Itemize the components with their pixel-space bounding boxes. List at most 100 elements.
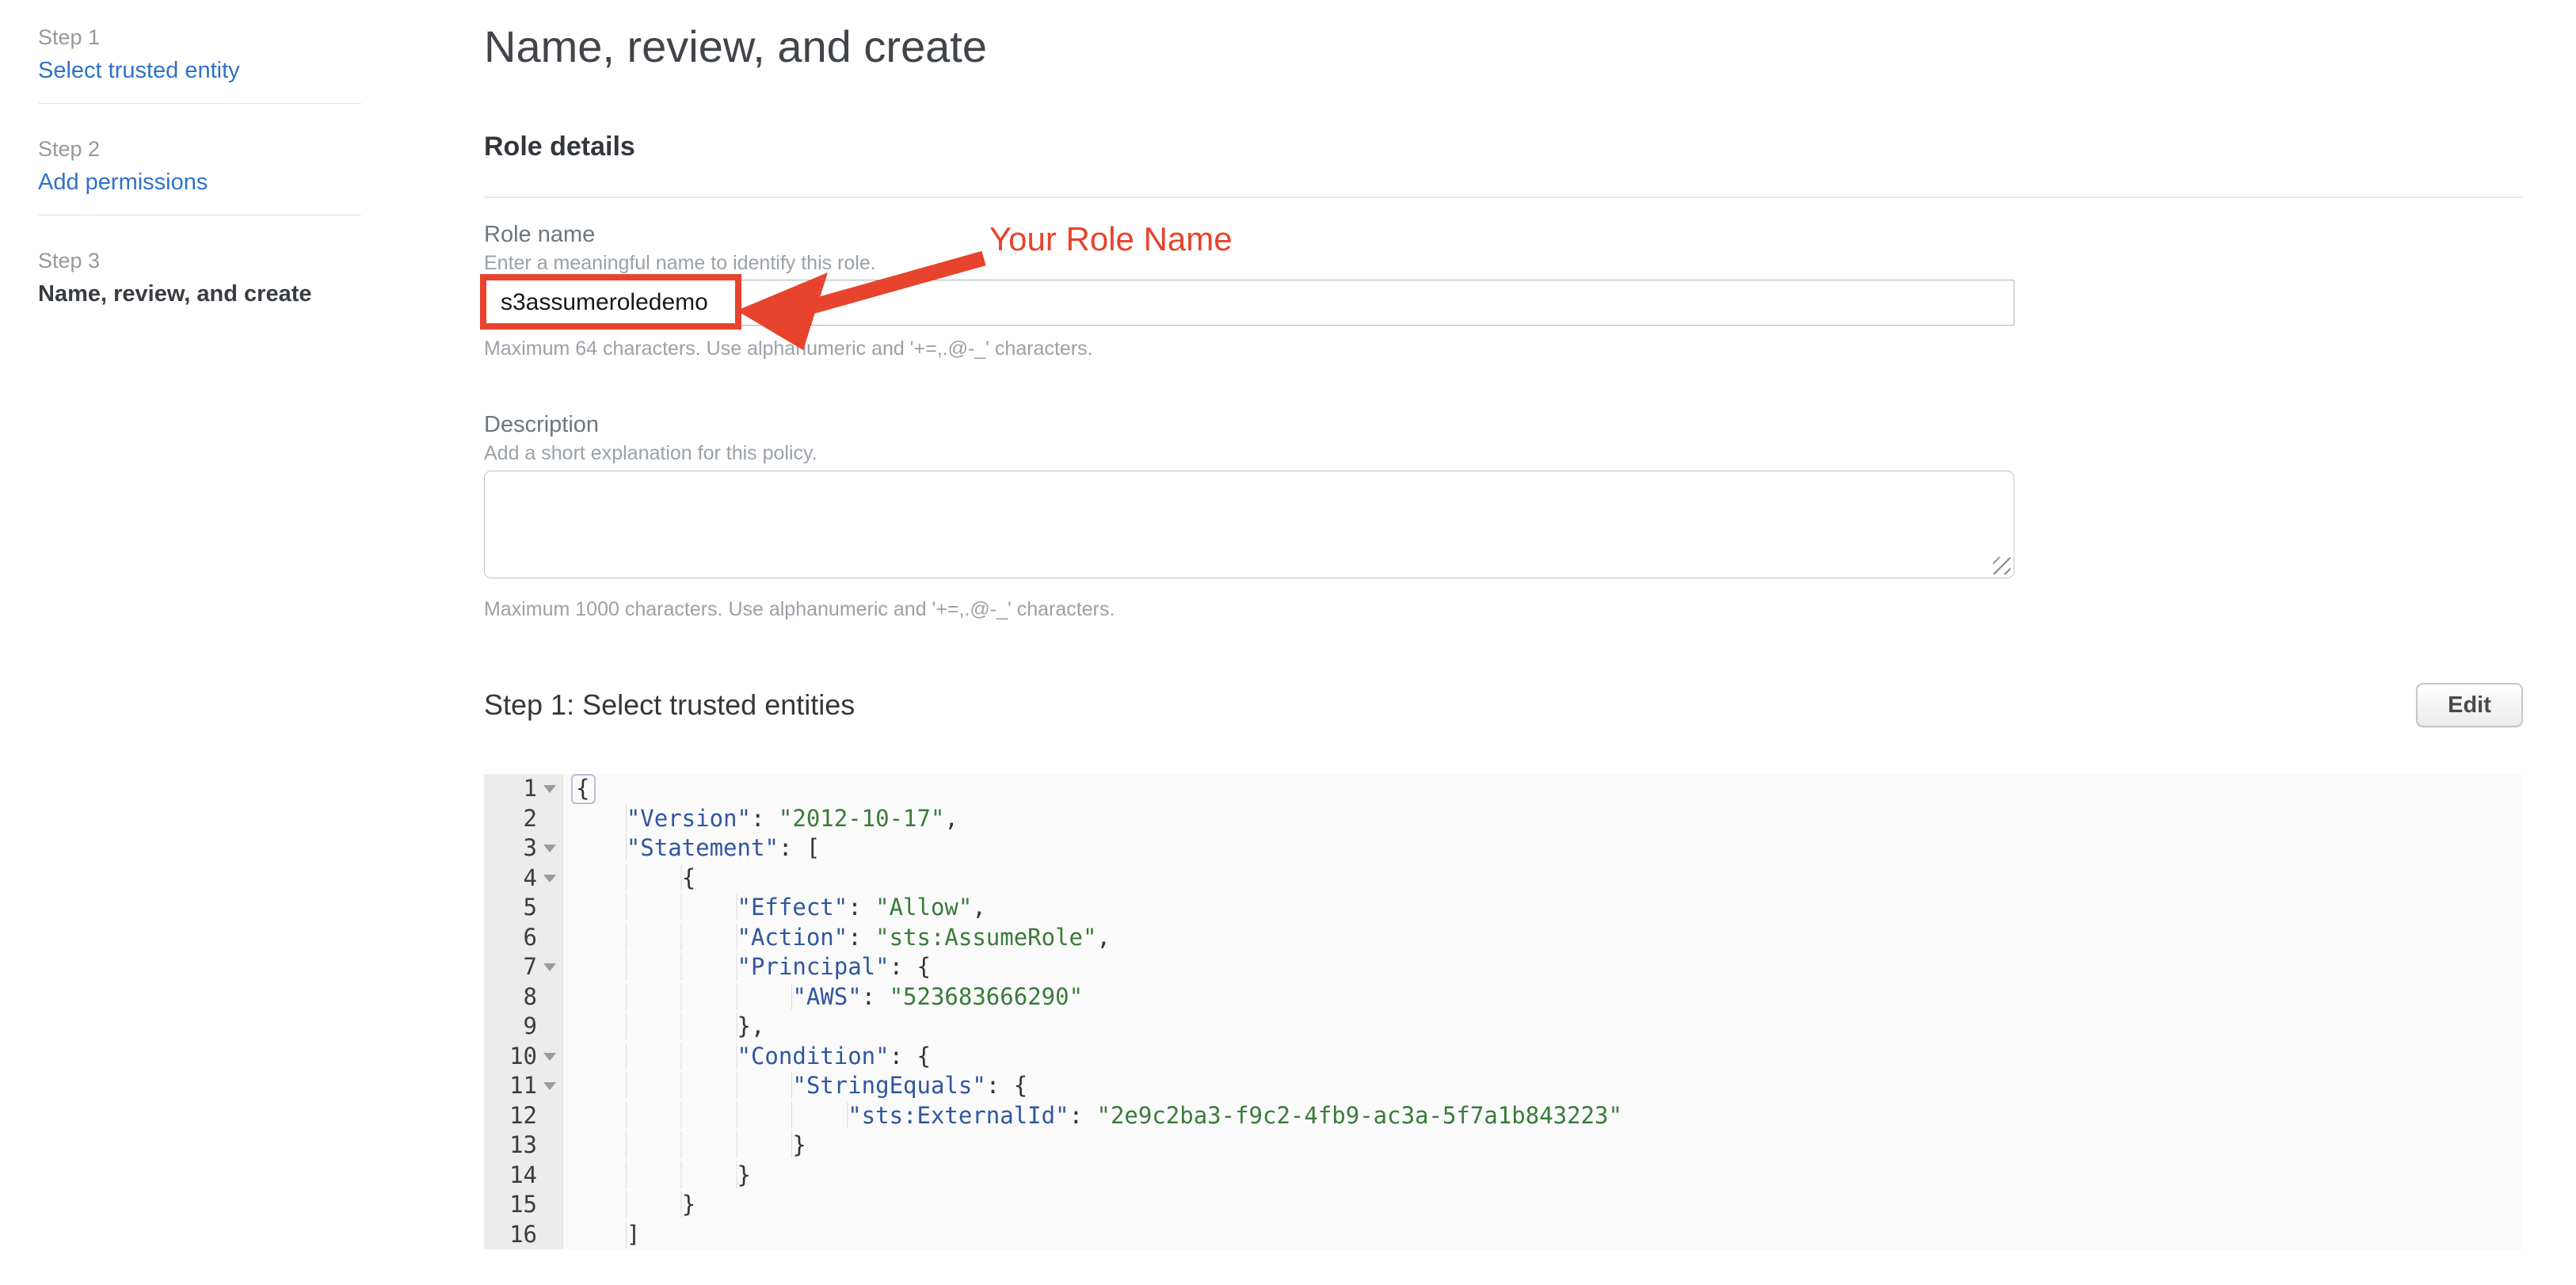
edit-button[interactable]: Edit [2416,683,2523,727]
code-token: "AWS" [792,983,861,1010]
code-line-text[interactable]: }, [563,1012,764,1042]
code-line-text[interactable]: "StringEquals": { [563,1071,1027,1101]
step-title-link[interactable]: Add permissions [38,167,361,197]
code-token: } [737,1161,751,1188]
code-token: "2e9c2ba3-f9c2-4fb9-ac3a-5f7a1b843223" [1096,1102,1621,1129]
code-token: : [ [779,834,820,861]
code-token: "523683666290" [890,983,1083,1010]
main-content: Name, review, and create Role details Ro… [484,0,2523,1249]
code-line: 3 "Statement": [ [484,833,2523,864]
page-title: Name, review, and create [484,21,2523,73]
fold-toggle-icon[interactable] [543,785,556,793]
code-line: 7 "Principal": { [484,952,2523,982]
line-number: 15 [484,1190,563,1220]
line-number: 10 [484,1042,563,1072]
code-token: }, [737,1012,765,1039]
role-name-input[interactable] [484,280,2014,326]
code-line: 8 "AWS": "523683666290" [484,982,2523,1012]
step-title-link[interactable]: Select trusted entity [38,55,361,86]
code-token [571,894,737,921]
code-line-text[interactable]: ] [563,1220,640,1250]
code-line-text[interactable]: "Statement": [ [563,833,820,864]
code-token: "Effect" [737,894,848,921]
code-line-text[interactable]: "Action": "sts:AssumeRole", [563,923,1111,953]
description-textarea[interactable] [484,471,2014,578]
code-line: 4 { [484,864,2523,894]
code-token: : [848,894,875,921]
role-details-heading: Role details [484,130,2523,163]
line-number: 4 [484,864,563,894]
code-token [571,1102,848,1129]
code-token [571,834,627,861]
line-number: 16 [484,1220,563,1250]
steps-sidebar: Step 1 Select trusted entity Step 2 Add … [38,24,361,309]
code-token: : [862,983,890,1010]
code-line: 15 } [484,1190,2523,1220]
fold-toggle-icon[interactable] [543,1082,556,1090]
iam-create-role-page: Step 1 Select trusted entity Step 2 Add … [0,0,2576,1285]
code-line: 2 "Version": "2012-10-17", [484,804,2523,834]
sidebar-step-1: Step 1 Select trusted entity [38,24,361,104]
code-line-text[interactable]: "Effect": "Allow", [563,893,986,923]
trusted-entities-heading: Step 1: Select trusted entities [484,688,855,723]
code-token [571,983,792,1010]
line-number: 14 [484,1161,563,1191]
code-token: "Allow" [875,894,972,921]
line-number: 11 [484,1071,563,1101]
fold-toggle-icon[interactable] [543,845,556,852]
code-token [571,1161,737,1188]
code-token [571,1072,792,1099]
code-line: 5 "Effect": "Allow", [484,893,2523,923]
code-token: : { [986,1072,1027,1099]
code-line: 9 }, [484,1012,2523,1042]
step-number-label: Step 2 [38,135,361,162]
code-line-text[interactable]: } [563,1131,806,1161]
fold-toggle-icon[interactable] [543,963,556,971]
code-line: 1 { [484,774,2523,804]
code-line-text[interactable]: { [563,774,596,804]
fold-toggle-icon[interactable] [543,1053,556,1061]
code-token [571,805,627,832]
code-token: } [682,1191,695,1218]
code-line-text[interactable]: { [563,864,695,894]
step-number-label: Step 1 [38,24,361,51]
code-token: , [972,894,985,921]
policy-json-editor[interactable]: 1 { 2 "Version": "2012-10-17", 3 "Statem… [484,774,2523,1249]
code-line: 13 } [484,1131,2523,1161]
code-line-text[interactable]: } [563,1161,751,1191]
step-title-link: Name, review, and create [38,279,361,309]
code-line-text[interactable]: "Principal": { [563,952,931,982]
line-number: 2 [484,804,563,834]
code-token: : { [890,953,931,980]
line-number: 8 [484,982,563,1012]
code-token: ] [627,1221,640,1248]
code-line-text[interactable]: } [563,1190,695,1220]
code-line-text[interactable]: "sts:ExternalId": "2e9c2ba3-f9c2-4fb9-ac… [563,1101,1622,1131]
code-token: "Action" [737,924,848,951]
code-line: 14 } [484,1161,2523,1191]
code-token: , [1096,924,1110,951]
code-line-text[interactable]: "Version": "2012-10-17", [563,804,958,834]
code-line-text[interactable]: "Condition": { [563,1042,931,1072]
code-token: : [751,805,779,832]
fold-toggle-icon[interactable] [543,875,556,883]
code-line: 12 "sts:ExternalId": "2e9c2ba3-f9c2-4fb9… [484,1101,2523,1131]
code-token: , [944,805,958,832]
code-token: "2012-10-17" [779,805,945,832]
line-number: 13 [484,1131,563,1161]
code-line: 16 ] [484,1220,2523,1250]
code-token [571,1043,737,1070]
code-token: "Version" [627,805,751,832]
code-token [571,924,737,951]
code-token: "sts:AssumeRole" [875,924,1096,951]
sidebar-step-2: Step 2 Add permissions [38,135,361,215]
line-number: 1 [484,774,563,804]
code-line-text[interactable]: "AWS": "523683666290" [563,982,1083,1012]
code-token: { [682,864,695,891]
section-divider [484,196,2523,198]
code-line: 11 "StringEquals": { [484,1071,2523,1101]
code-token: } [792,1131,806,1158]
code-token: "sts:ExternalId" [848,1102,1069,1129]
code-token [571,1012,737,1039]
description-constraint: Maximum 1000 characters. Use alphanumeri… [484,597,2523,622]
